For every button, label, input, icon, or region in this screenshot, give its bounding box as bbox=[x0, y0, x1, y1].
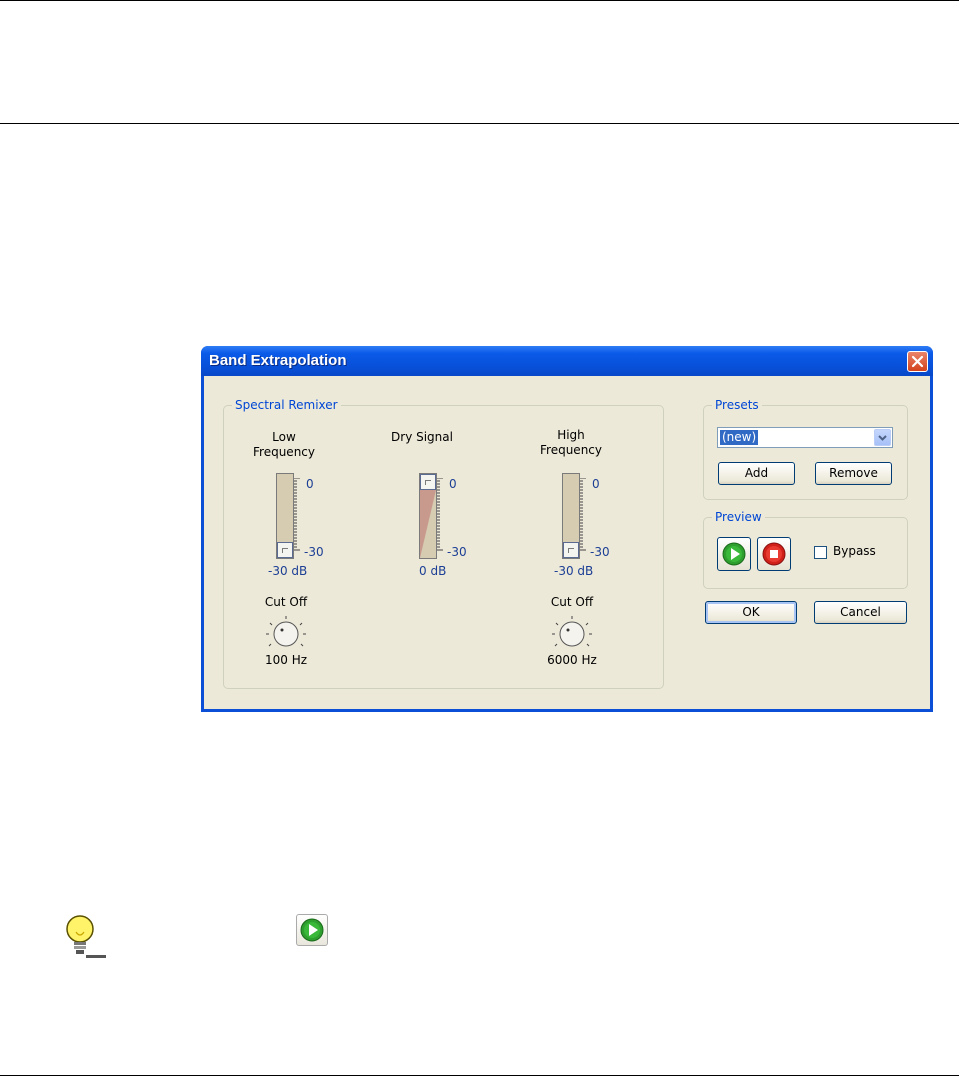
lightbulb-icon bbox=[66, 915, 106, 958]
low-cutoff-knob[interactable] bbox=[266, 616, 306, 650]
dry-signal-value: 0 dB bbox=[419, 564, 447, 578]
close-icon bbox=[911, 355, 924, 368]
cancel-button[interactable]: Cancel bbox=[814, 601, 907, 624]
low-frequency-slider[interactable] bbox=[276, 473, 294, 559]
spectral-remixer-legend: Spectral Remixer bbox=[232, 398, 341, 412]
dry-signal-slider-thumb[interactable] bbox=[420, 474, 436, 490]
high-frequency-scale-top: 0 bbox=[592, 477, 600, 491]
dry-signal-label: Dry Signal bbox=[391, 430, 453, 444]
dry-signal-scale bbox=[437, 478, 443, 551]
low-frequency-label: Low Frequency bbox=[253, 430, 315, 459]
presets-group: Presets bbox=[703, 398, 908, 500]
stop-icon bbox=[762, 542, 786, 566]
presets-selected-value: (new) bbox=[718, 429, 760, 446]
ok-button[interactable]: OK bbox=[705, 601, 797, 624]
low-frequency-slider-thumb[interactable] bbox=[277, 542, 293, 558]
top-rule bbox=[0, 0, 959, 1]
high-cutoff-label: Cut Off bbox=[550, 595, 594, 609]
title-bar: Band Extrapolation bbox=[201, 346, 933, 376]
low-frequency-scale bbox=[294, 478, 300, 551]
presets-legend: Presets bbox=[712, 398, 762, 412]
presets-combo[interactable]: (new) bbox=[717, 427, 893, 448]
high-frequency-scale-bottom: -30 bbox=[590, 545, 610, 559]
high-frequency-value: -30 dB bbox=[554, 564, 594, 578]
bypass-checkbox[interactable] bbox=[814, 546, 827, 559]
high-cutoff-knob[interactable] bbox=[552, 616, 592, 650]
header-rule bbox=[0, 123, 959, 124]
add-preset-button[interactable]: Add bbox=[718, 462, 795, 485]
low-cutoff-label: Cut Off bbox=[264, 595, 308, 609]
low-frequency-scale-bottom: -30 bbox=[304, 545, 324, 559]
chevron-down-icon bbox=[878, 435, 887, 441]
dialog-title: Band Extrapolation bbox=[209, 352, 347, 369]
bypass-label: Bypass bbox=[833, 544, 876, 558]
play-button[interactable] bbox=[717, 537, 751, 571]
dialog-client: Spectral Remixer Low Frequency 0 -30 -30… bbox=[204, 376, 930, 709]
low-frequency-scale-top: 0 bbox=[306, 477, 314, 491]
stop-button[interactable] bbox=[757, 537, 791, 571]
high-frequency-scale bbox=[580, 478, 586, 551]
play-icon-inline bbox=[296, 914, 328, 946]
high-frequency-slider-thumb[interactable] bbox=[563, 542, 579, 558]
high-frequency-slider[interactable] bbox=[562, 473, 580, 559]
remove-preset-button[interactable]: Remove bbox=[815, 462, 892, 485]
preview-legend: Preview bbox=[712, 510, 765, 524]
close-button[interactable] bbox=[907, 351, 928, 372]
high-frequency-label: High Frequency bbox=[540, 428, 602, 457]
presets-dropdown-button[interactable] bbox=[874, 429, 891, 446]
low-cutoff-value: 100 Hz bbox=[264, 653, 308, 667]
band-extrapolation-dialog: Band Extrapolation Spectral Remixer Low … bbox=[201, 346, 933, 712]
low-frequency-value: -30 dB bbox=[268, 564, 308, 578]
play-icon bbox=[300, 918, 324, 942]
dry-signal-slider[interactable] bbox=[419, 473, 437, 559]
high-cutoff-value: 6000 Hz bbox=[547, 653, 597, 667]
play-icon bbox=[722, 542, 746, 566]
dry-signal-scale-bottom: -30 bbox=[447, 545, 467, 559]
dry-signal-scale-top: 0 bbox=[449, 477, 457, 491]
